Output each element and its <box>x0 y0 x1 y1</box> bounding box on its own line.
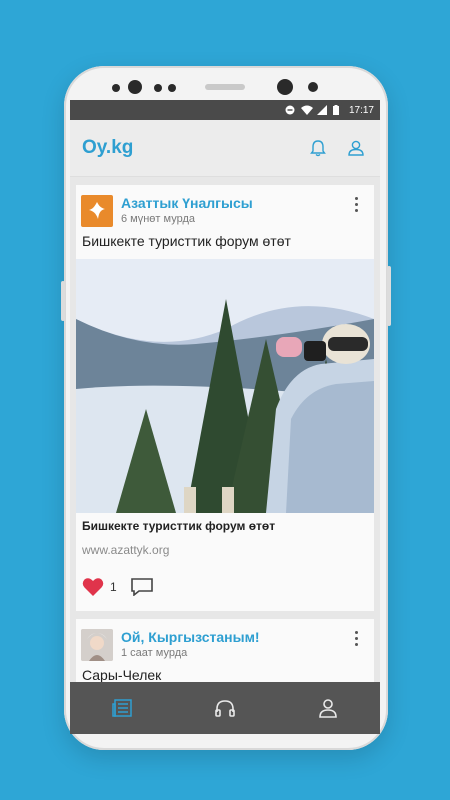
side-button <box>61 281 65 321</box>
nav-feed[interactable] <box>102 688 142 728</box>
app-bar: Oy.kg <box>70 120 380 177</box>
source-avatar[interactable] <box>81 629 113 661</box>
more-vert-icon[interactable] <box>348 629 364 651</box>
sensor <box>308 82 318 92</box>
signal-icon <box>316 105 327 115</box>
sensor <box>154 84 162 92</box>
ski-photo <box>76 259 374 513</box>
dnd-icon <box>285 105 295 115</box>
post-source[interactable]: Ой, Кыргызстаным! <box>121 629 348 645</box>
comment-icon[interactable] <box>130 578 153 596</box>
battery-icon <box>332 105 343 115</box>
news-feed-icon <box>111 699 132 717</box>
post-card[interactable]: Азаттык Үналгысы 6 мүнөт мурда Бишкекте … <box>76 185 374 611</box>
heart-icon[interactable] <box>82 577 104 597</box>
app-title: Oy.kg <box>82 137 134 158</box>
front-camera <box>277 79 293 95</box>
post-source[interactable]: Азаттык Үналгысы <box>121 195 348 211</box>
source-avatar[interactable] <box>81 195 113 227</box>
profile-icon <box>348 140 364 156</box>
bottom-navigation <box>70 682 380 734</box>
profile-button[interactable] <box>344 136 368 160</box>
avatar-photo <box>81 629 113 661</box>
sensor <box>168 84 176 92</box>
side-button <box>387 266 391 326</box>
front-camera <box>128 80 142 94</box>
news-feed: Азаттык Үналгысы 6 мүнөт мурда Бишкекте … <box>70 177 380 691</box>
azattyk-logo-icon <box>89 202 105 219</box>
sensor <box>112 84 120 92</box>
nav-profile[interactable] <box>308 688 348 728</box>
user-icon <box>319 699 338 718</box>
link-url[interactable]: www.azattyk.org <box>76 535 374 567</box>
post-text: Бишкекте туристтик форум өтөт <box>82 233 291 249</box>
bell-icon <box>310 140 326 157</box>
like-count: 1 <box>110 580 117 594</box>
post-header: Азаттык Үналгысы 6 мүнөт мурда <box>76 185 374 233</box>
post-actions: 1 <box>76 567 374 611</box>
post-image[interactable] <box>76 259 374 513</box>
post-time: 1 саат мурда <box>121 647 188 659</box>
speaker-grille <box>205 84 245 90</box>
status-bar: 17:17 <box>70 100 380 120</box>
more-vert-icon[interactable] <box>348 195 364 217</box>
link-title[interactable]: Бишкекте туристтик форум өтөт <box>76 513 374 535</box>
nav-audio[interactable] <box>205 688 245 728</box>
post-time: 6 мүнөт мурда <box>121 213 195 225</box>
notifications-button[interactable] <box>306 136 330 160</box>
headphones-icon <box>215 700 235 717</box>
post-header: Ой, Кыргызстаным! 1 саат мурда <box>76 619 374 667</box>
app-screen: 17:17 Oy.kg Азаттык Үналгысы 6 мүнөт мур… <box>70 100 380 734</box>
wifi-icon <box>300 105 313 115</box>
post-card[interactable]: Ой, Кыргызстаным! 1 саат мурда Сары-Челе… <box>76 619 374 691</box>
status-time: 17:17 <box>348 104 374 116</box>
